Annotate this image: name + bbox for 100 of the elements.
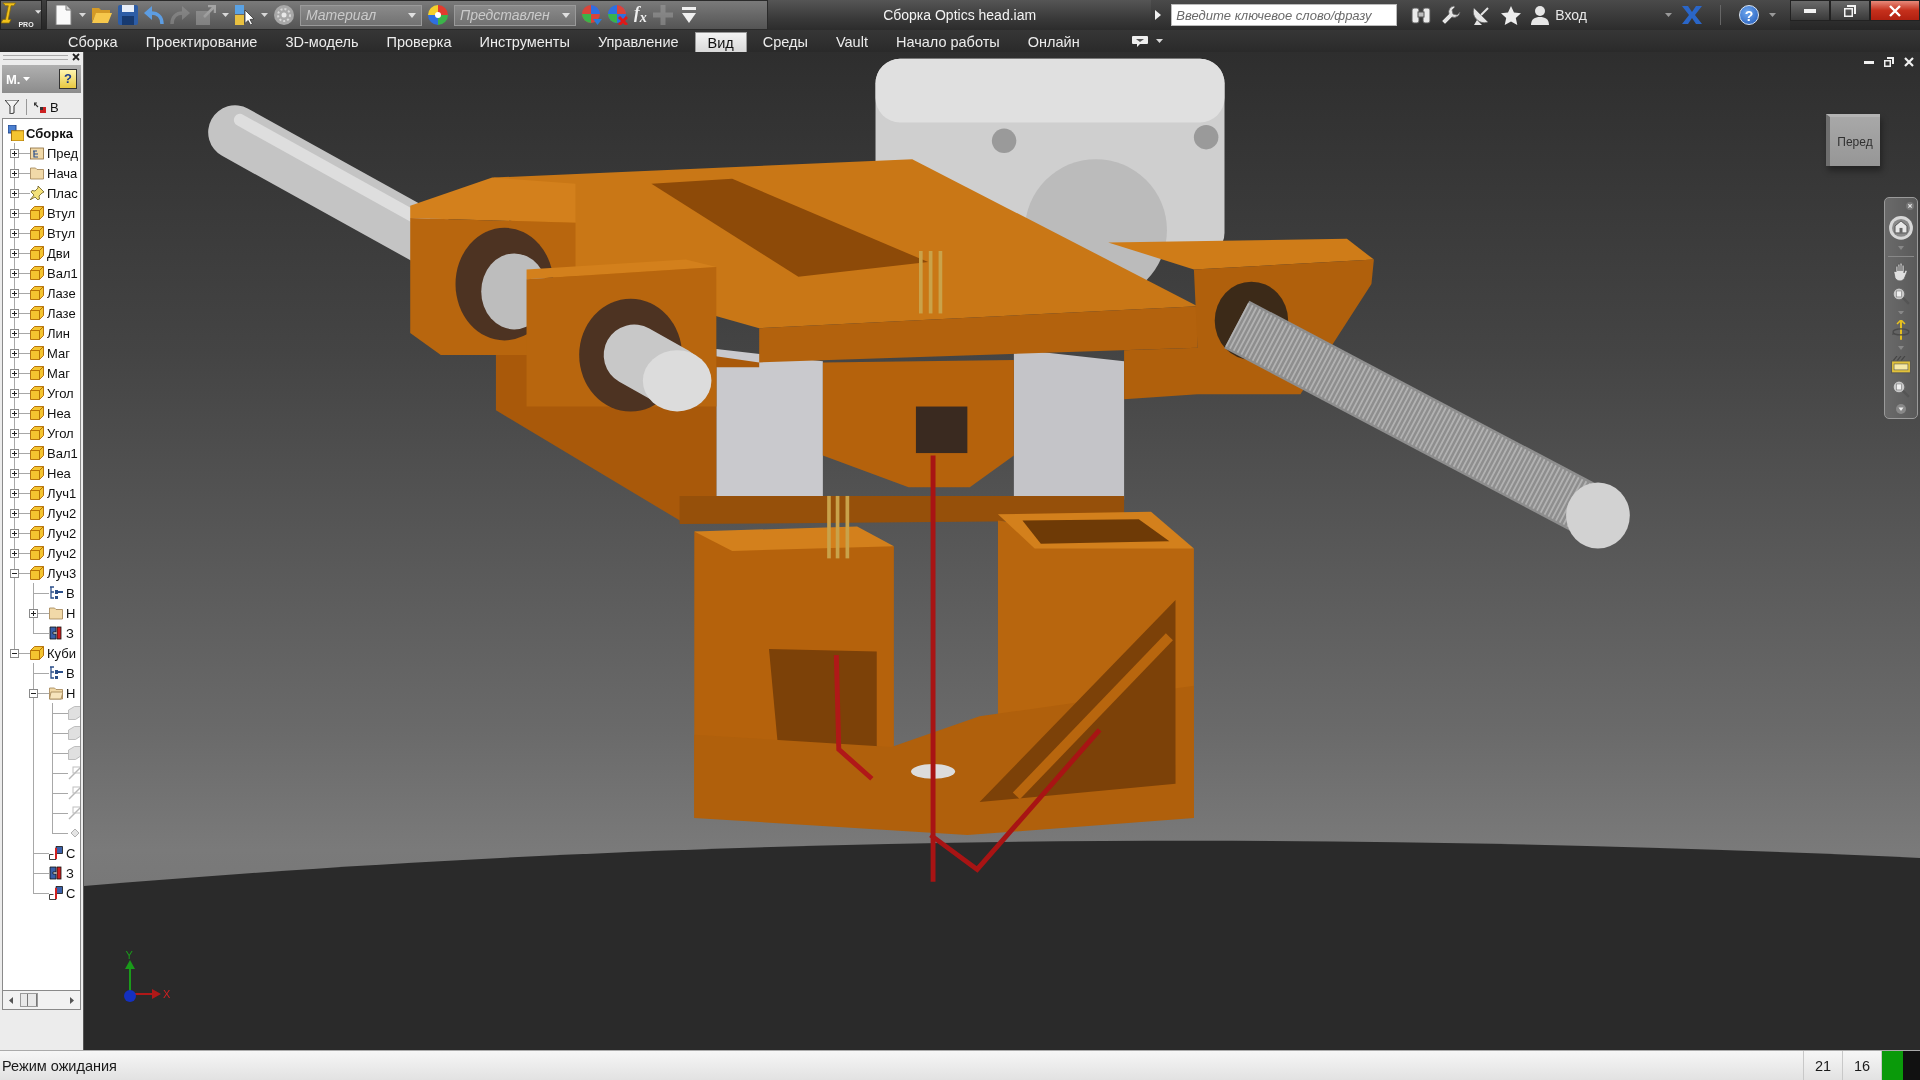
tree-item-label[interactable]: Лазе [47, 285, 76, 301]
tree-item-label[interactable]: С [66, 885, 76, 901]
expand-icon[interactable] [10, 508, 19, 518]
collapse-icon[interactable] [29, 688, 38, 698]
orbit-icon[interactable] [1892, 320, 1910, 341]
ribbon-tab[interactable]: Сборка [56, 32, 130, 52]
tree-item-label[interactable]: Угол [47, 385, 74, 401]
minimize-button[interactable] [1790, 0, 1830, 21]
wrench-icon[interactable] [1441, 5, 1462, 25]
restore-icon[interactable] [1884, 57, 1894, 67]
tree-item-label[interactable]: Н [66, 685, 76, 701]
ribbon-tab[interactable]: 3D-модель [273, 32, 371, 52]
minimize-icon[interactable] [1864, 60, 1874, 64]
expand-icon[interactable] [10, 268, 19, 278]
scroll-right-icon[interactable] [70, 996, 74, 1004]
expand-icon[interactable] [10, 168, 19, 178]
tree-item-label[interactable]: Н [66, 605, 76, 621]
expand-icon[interactable] [10, 328, 19, 338]
tree-item-label[interactable]: Луч2 [47, 525, 77, 541]
expand-icon[interactable] [10, 368, 19, 378]
expand-icon[interactable] [10, 348, 19, 358]
tree-item-label[interactable]: Сборка [26, 125, 73, 141]
expand-icon[interactable] [10, 488, 19, 498]
collapse-icon[interactable] [10, 648, 19, 658]
tree-item-label[interactable]: Луч1 [47, 485, 77, 501]
expand-icon[interactable] [10, 188, 19, 198]
expand-icon[interactable] [10, 288, 19, 298]
caret-icon[interactable] [222, 13, 229, 17]
view-cube[interactable]: Перед [1826, 114, 1880, 166]
search-field[interactable]: Введите ключевое слово/фразу [1171, 4, 1398, 26]
expand-icon[interactable] [10, 528, 19, 538]
ribbon-tab[interactable]: Вид [694, 32, 747, 52]
tree-item-label[interactable]: Луч2 [47, 545, 77, 561]
menu-caret-icon[interactable] [1896, 404, 1906, 414]
help-button[interactable]: ? [59, 69, 77, 89]
function-button[interactable]: f$_{x}$ [634, 2, 647, 28]
caret-icon[interactable] [261, 13, 268, 17]
scrollbar-thumb[interactable] [19, 993, 38, 1007]
expand-icon[interactable] [10, 228, 19, 238]
user-icon[interactable] [1531, 5, 1550, 25]
tree-item-label[interactable]: Hea [47, 405, 71, 421]
tree-item-label[interactable]: Угол [47, 425, 74, 441]
expand-icon[interactable] [10, 428, 19, 438]
sphere-icon[interactable] [274, 5, 294, 25]
tree-item-label[interactable]: Вал1 [47, 445, 78, 461]
caret-icon[interactable] [1769, 13, 1776, 17]
tree-item-label[interactable]: Лазе [47, 305, 76, 321]
expand-icon[interactable] [10, 388, 19, 398]
close-icon[interactable] [72, 53, 80, 61]
home-icon[interactable] [1889, 215, 1913, 240]
tree-item-label[interactable]: С [66, 845, 76, 861]
expand-icon[interactable] [10, 308, 19, 318]
expand-icon[interactable] [10, 208, 19, 218]
star-icon[interactable] [1501, 5, 1522, 25]
expand-icon[interactable] [10, 248, 19, 258]
horizontal-scrollbar[interactable] [2, 991, 81, 1010]
tree-item-label[interactable]: Hea [47, 465, 71, 481]
ribbon-tab[interactable]: Проверка [374, 32, 464, 52]
tree-item-label[interactable]: З [66, 865, 74, 881]
tree-item-label[interactable]: Втул [47, 225, 76, 241]
tree-item-label[interactable]: Вал1 [47, 265, 78, 281]
zoom-icon[interactable] [1892, 380, 1910, 399]
ribbon-tab[interactable]: Начало работы [883, 32, 1012, 52]
pan-hand-icon[interactable] [1893, 262, 1909, 281]
pointer-icon[interactable] [34, 101, 46, 113]
tree-item-label[interactable]: Лин [47, 325, 70, 341]
tree-item-label[interactable]: В [66, 665, 75, 681]
tree-item-label[interactable]: Маг [47, 365, 70, 381]
zoom-icon[interactable] [1892, 286, 1910, 305]
expand-arrow-icon[interactable] [1155, 10, 1162, 20]
close-button[interactable] [1870, 0, 1920, 21]
binoculars-icon[interactable] [1411, 6, 1432, 24]
tree-item-label[interactable]: В [66, 585, 75, 601]
tree-item-label[interactable]: Пред [47, 145, 79, 161]
tree-item-label[interactable]: Маг [47, 345, 70, 361]
look-at-icon[interactable] [1891, 356, 1911, 375]
expand-icon[interactable] [29, 608, 38, 618]
scroll-left-icon[interactable] [9, 996, 13, 1004]
open-folder-icon[interactable] [92, 5, 112, 25]
tree-item-label[interactable]: Нача [47, 165, 78, 181]
ribbon-tab[interactable]: Среды [750, 32, 820, 52]
filter-icon[interactable] [5, 100, 19, 114]
tree-item-label[interactable]: Луч2 [47, 505, 77, 521]
caret-icon[interactable] [1155, 39, 1163, 43]
speech-bubble-icon[interactable] [1131, 35, 1148, 47]
sign-in-button[interactable]: Вход [1555, 7, 1587, 23]
tree-item-label[interactable]: Втул [47, 205, 76, 221]
tree-item-label[interactable]: Дви [47, 245, 70, 261]
color-wheel-icon[interactable] [428, 5, 448, 25]
ribbon-tab[interactable]: Проектирование [133, 32, 270, 52]
caret-icon[interactable] [1665, 13, 1672, 17]
tree-item-label[interactable]: Луч3 [47, 565, 77, 581]
ribbon-tab[interactable]: Vault [823, 32, 880, 52]
caret-icon[interactable] [79, 13, 86, 17]
tree-item-label[interactable]: Плас [47, 185, 78, 201]
tree-item-label[interactable]: З [66, 625, 74, 641]
save-icon[interactable] [118, 5, 138, 25]
satellite-dish-icon[interactable] [1471, 5, 1492, 25]
browser-view-label[interactable]: В [50, 99, 59, 115]
maximize-button[interactable] [1830, 0, 1870, 21]
